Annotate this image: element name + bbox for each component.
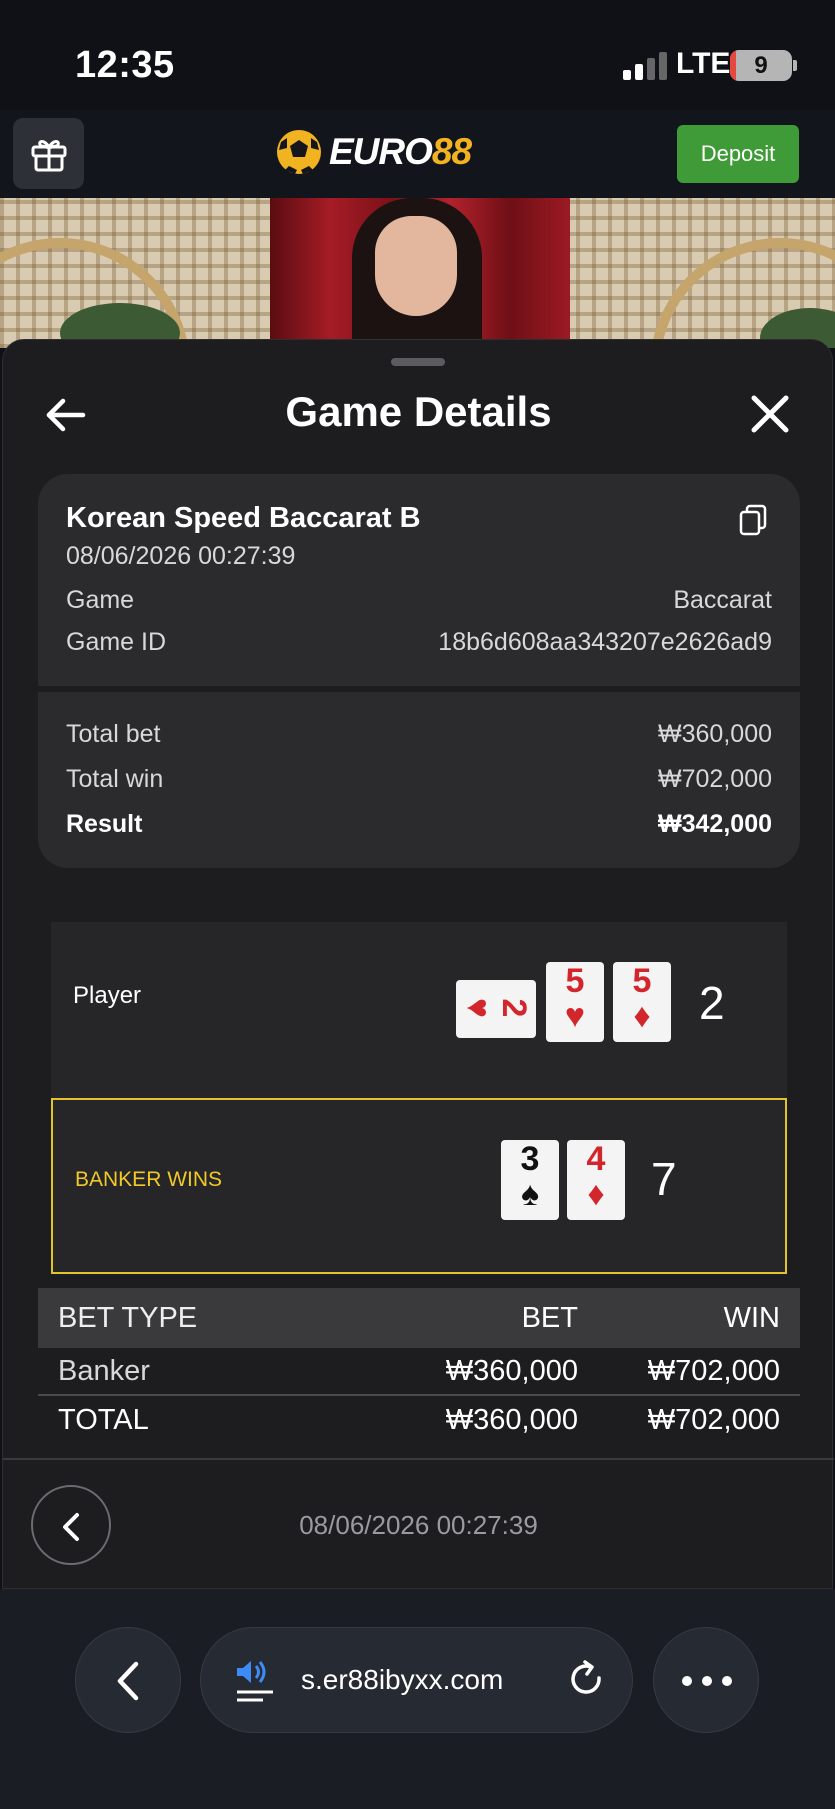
deposit-button[interactable]: Deposit [677,125,799,183]
result-value: ₩342,000 [658,810,772,838]
live-video-feed [0,198,835,348]
player-score: 2 [699,977,725,1029]
col-bet-type: BET TYPE [58,1301,198,1334]
banker-wins-label: BANKER WINS [75,1168,223,1191]
bets-table-header: BET TYPE BET WIN [38,1288,800,1348]
battery-level: 9 [754,52,768,79]
url-text: s.er88ibyxx.com [301,1664,504,1695]
round-datetime: 08/06/2026 00:27:39 [299,1510,538,1540]
soccer-ball-icon [277,130,321,174]
col-win: WIN [723,1301,780,1334]
total-win-value: ₩702,000 [658,765,772,793]
total-bet-label: Total bet [66,720,161,748]
app-header: EURO88 Deposit [0,110,835,198]
banker-hand: BANKER WINS 3 ♠ 4 ♦ 7 [51,1098,787,1274]
result-row: Result ₩342,000 [66,810,772,839]
gift-icon [31,139,66,171]
banker-card-2: 4 ♦ [567,1140,625,1220]
table-row-total: TOTAL ₩360,000 ₩702,000 [58,1403,780,1436]
player-card-3: 5 ♦ [613,962,671,1042]
total-bet-value: ₩360,000 [658,720,772,748]
sheet-title: Game Details [285,388,552,435]
game-datetime: 08/06/2026 00:27:39 [66,542,296,570]
gift-button[interactable] [13,118,84,189]
game-label: Game [66,586,135,614]
game-id-label: Game ID [66,628,167,656]
reload-icon[interactable] [565,1658,609,1702]
baccarat-result-board: Player 2 ♥ 5 ♥ 5 ♦ 2 BANKER WINS 3 ♠ 4 ♦… [51,922,787,1274]
browser-back-button[interactable] [75,1627,181,1733]
game-info-card: Korean Speed Baccarat B 08/06/2026 00:27… [38,474,800,686]
status-time: 12:35 [75,44,175,86]
more-dots-icon [682,1676,732,1686]
bet-summary-card: Total bet ₩360,000 Total win ₩702,000 Re… [38,692,800,868]
table-row: Banker ₩360,000 ₩702,000 [38,1348,800,1396]
bets-table: BET TYPE BET WIN Banker ₩360,000 ₩702,00… [38,1288,800,1444]
game-name: Korean Speed Baccarat B [66,502,421,534]
speaker-reader-icon [237,1661,273,1702]
banker-card-1: 3 ♠ [501,1140,559,1220]
player-card-1: 2 ♥ [456,980,536,1038]
total-win-label: Total win [66,765,164,793]
result-label: Result [66,810,143,838]
chevron-left-icon [117,1661,139,1701]
status-bar: 12:35 LTE 9 [0,0,835,110]
battery-icon: 9 [730,50,792,81]
brand-name: EURO88 [329,131,472,172]
euro88-logo: EURO88 [275,124,472,180]
network-type: LTE [676,47,731,80]
player-label: Player [73,982,142,1009]
game-value: Baccarat [673,586,772,614]
game-datetime-row: 08/06/2026 00:27:39 [66,542,772,571]
player-card-2: 5 ♥ [546,962,604,1042]
col-bet: BET [521,1301,578,1334]
sheet-drag-handle[interactable] [391,358,445,366]
game-type-row: Game Baccarat [66,586,772,615]
screen: 12:35 LTE 9 EURO88 Deposit Game Details … [0,0,835,1809]
browser-toolbar: s.er88ibyxx.com [0,1589,835,1809]
player-hand: Player 2 ♥ 5 ♥ 5 ♦ 2 [51,922,787,1098]
game-id-row: Game ID 18b6d608aa343207e2626ad9 [66,628,772,657]
total-win-row: Total win ₩702,000 [66,765,772,794]
game-details-sheet: Game Details Korean Speed Baccarat B 08/… [2,339,834,1589]
game-id-value: 18b6d608aa343207e2626ad9 [438,628,772,656]
close-icon[interactable] [748,392,792,436]
banker-score: 7 [651,1153,677,1205]
divider [3,1458,834,1460]
more-options-button[interactable] [653,1627,759,1733]
copy-icon[interactable] [738,504,768,536]
total-bet-row: Total bet ₩360,000 [66,720,772,749]
signal-icon [623,50,667,80]
address-bar[interactable]: s.er88ibyxx.com [200,1627,633,1733]
